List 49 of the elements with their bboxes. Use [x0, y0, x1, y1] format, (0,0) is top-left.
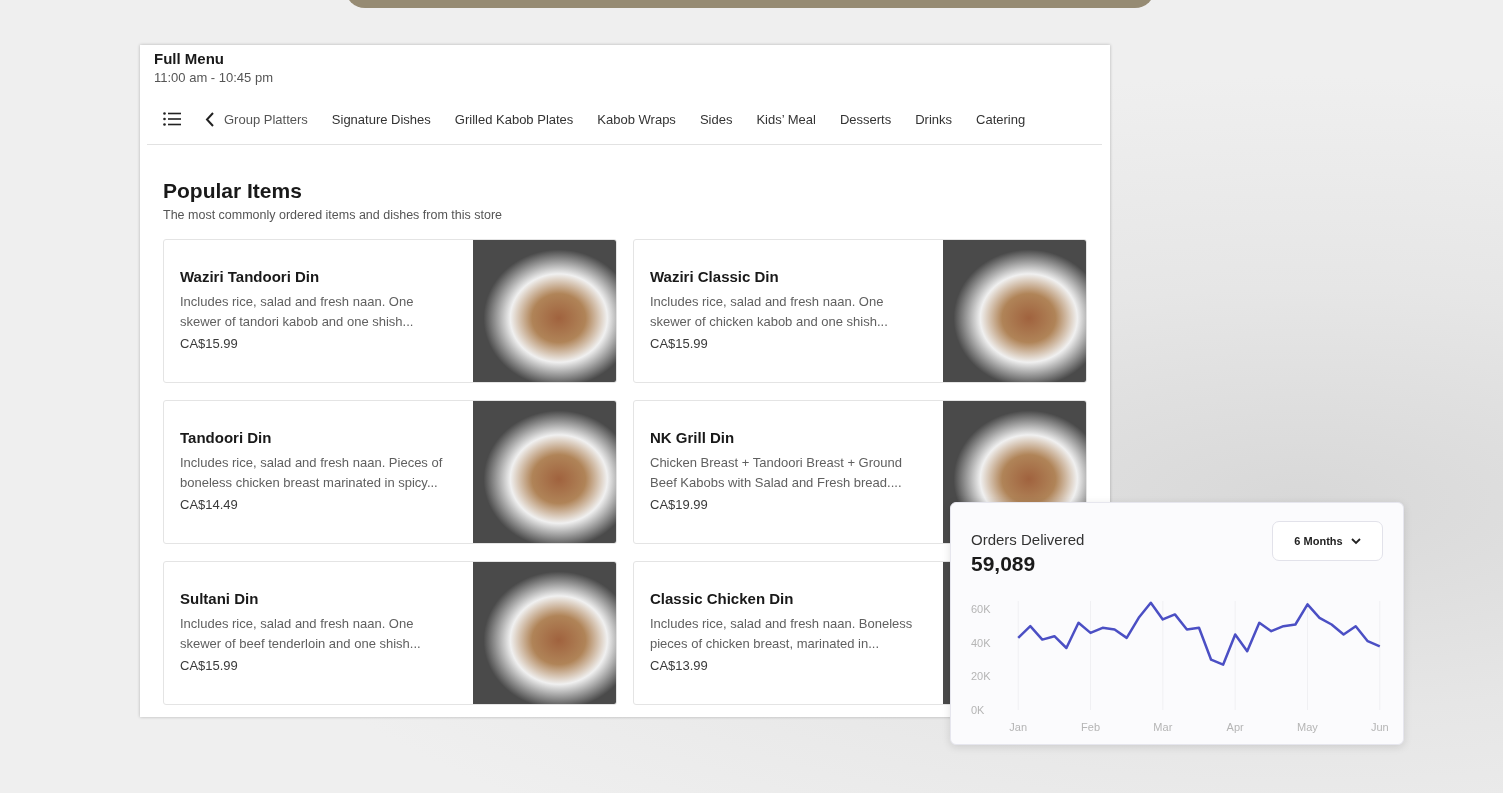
item-price: CA$13.99 — [650, 658, 709, 673]
item-description: Includes rice, salad and fresh naan. Boneless pieces of chicken breast, marinated in... — [650, 615, 914, 653]
category-tab[interactable]: Signature Dishes — [331, 107, 431, 131]
category-tab[interactable]: Sides — [699, 107, 733, 131]
section-subtitle: The most commonly ordered items and dishes from this store — [163, 208, 504, 222]
item-description: Includes rice, salad and fresh naan. Pieces of boneless chicken breast marinated in spicy... — [180, 454, 444, 492]
x-tick-label: Apr — [1226, 721, 1244, 733]
item-price: CA$19.99 — [650, 497, 709, 512]
x-tick-label: Mar — [1153, 721, 1173, 733]
category-tab[interactable]: Group Platters — [224, 107, 308, 131]
item-description: Includes rice, salad and fresh naan. One skewer of beef tenderloin and one shish... — [180, 615, 422, 653]
item-name: Waziri Tandoori Din — [180, 268, 321, 285]
category-tab[interactable]: Grilled Kabob Plates — [454, 107, 574, 131]
item-description: Includes rice, salad and fresh naan. One skewer of chicken kabob and one shish... — [650, 293, 889, 331]
category-tab[interactable]: Catering — [976, 107, 1026, 131]
menu-item-card[interactable]: Tandoori Din Includes rice, salad and fresh naan. Pieces of boneless chicken breast marinated in spicy... CA$14.49 — [163, 400, 617, 544]
item-description: Includes rice, salad and fresh naan. One skewer of tandori kabob and one shish... — [180, 293, 415, 331]
x-tick-label: Jun — [1370, 721, 1389, 733]
chevron-left-icon[interactable] — [205, 111, 214, 127]
item-name: Sultani Din — [180, 590, 260, 607]
item-name: Waziri Classic Din — [650, 268, 780, 285]
menu-hours: 11:00 am - 10:45 pm — [154, 70, 274, 85]
menu-icon[interactable] — [163, 112, 181, 126]
chevron-down-icon — [1350, 537, 1361, 545]
menu-item-card[interactable]: Waziri Classic Din Includes rice, salad and fresh naan. One skewer of chicken kabob and one shish... CA$15.99 — [633, 239, 1087, 383]
period-dropdown[interactable]: 6 Months — [1272, 521, 1383, 561]
item-description: Chicken Breast + Tandoori Breast + Ground Beef Kabobs with Salad and Fresh bread.... — [650, 454, 903, 492]
x-tick-label: Feb — [1081, 721, 1100, 733]
y-tick-label: 20K — [971, 670, 991, 683]
item-name: NK Grill Din — [650, 429, 736, 446]
item-price: CA$14.49 — [180, 497, 239, 512]
x-tick-label: Jan — [1009, 721, 1028, 733]
y-tick-label: 40K — [971, 636, 991, 649]
item-price: CA$15.99 — [180, 336, 239, 351]
y-tick-label: 0K — [971, 704, 985, 716]
item-price: CA$15.99 — [650, 336, 709, 351]
category-tab[interactable]: Drinks — [915, 107, 953, 131]
menu-item-card[interactable]: Waziri Tandoori Din Includes rice, salad and fresh naan. One skewer of tandori kabob and one shish... CA$15.99 — [163, 239, 617, 383]
y-tick-label: 60K — [971, 603, 991, 616]
category-tab[interactable]: Kabob Wraps — [597, 107, 676, 131]
item-price: CA$15.99 — [180, 658, 239, 673]
category-tab[interactable]: Kids’ Meal — [756, 107, 816, 131]
menu-item-card[interactable]: Sultani Din Includes rice, salad and fresh naan. One skewer of beef tenderloin and one shish... CA$15.99 — [163, 561, 617, 705]
item-name: Classic Chicken Din — [650, 590, 795, 607]
menu-title: Full Menu — [154, 50, 225, 67]
category-tab[interactable]: Desserts — [839, 107, 892, 131]
x-tick-label: May — [1297, 721, 1318, 733]
section-heading: Popular Items — [163, 179, 303, 203]
item-name: Tandoori Din — [180, 429, 273, 446]
